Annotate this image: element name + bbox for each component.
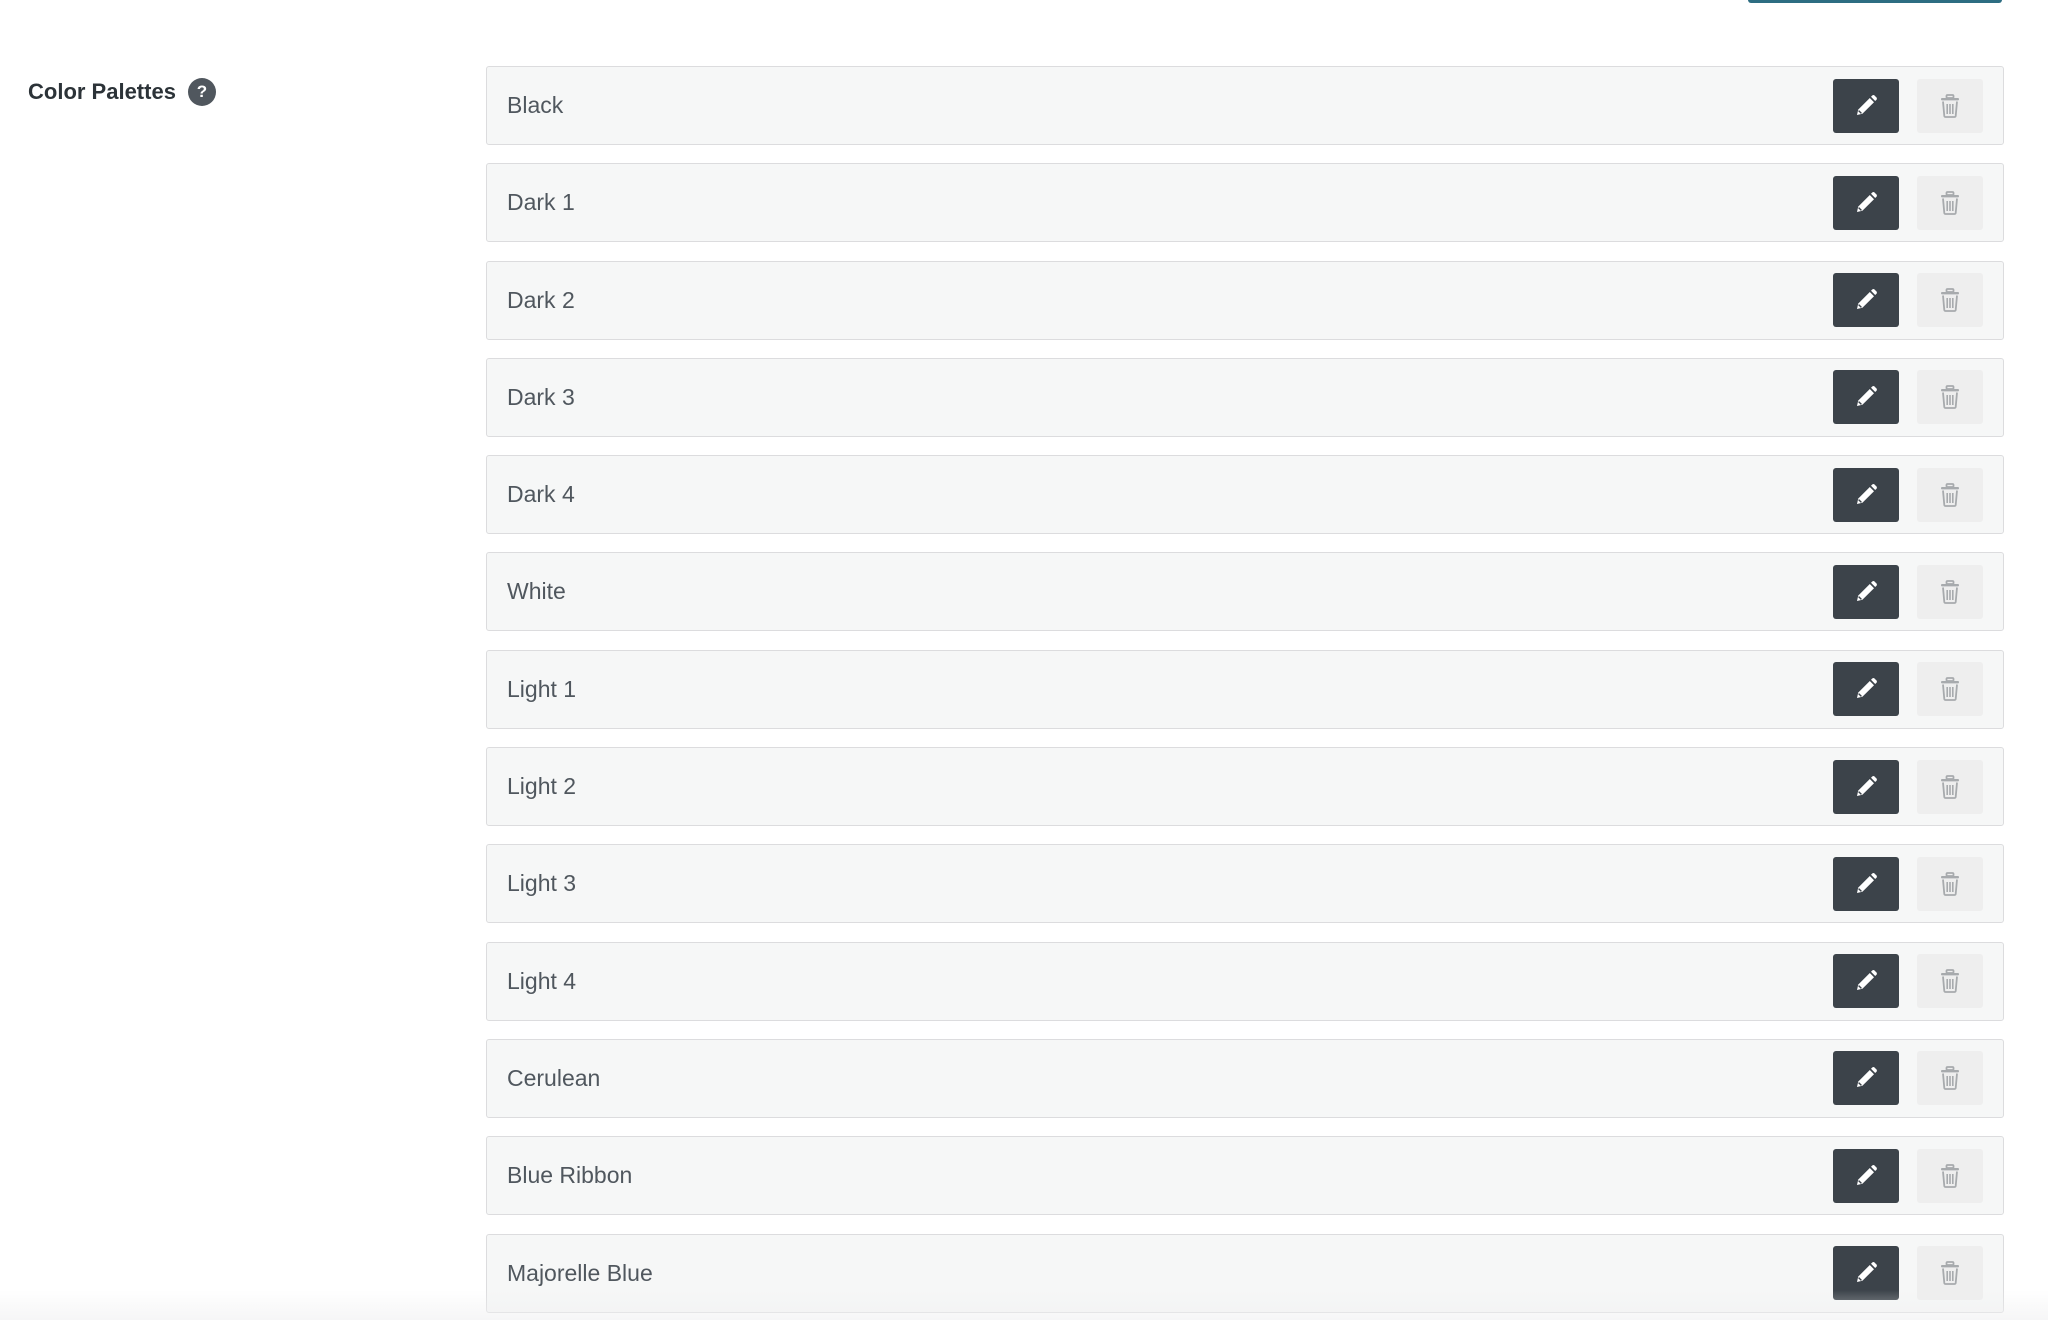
pencil-icon [1854, 385, 1878, 409]
palette-name: Dark 3 [507, 383, 575, 410]
palette-row: Cerulean [486, 1038, 2004, 1118]
edit-palette-button[interactable] [1833, 662, 1899, 717]
delete-palette-button[interactable] [1917, 467, 1983, 522]
trash-icon [1939, 1261, 1961, 1285]
trash-icon [1939, 385, 1961, 410]
pencil-icon [1854, 483, 1878, 507]
palette-name: Majorelle Blue [507, 1259, 653, 1286]
edit-palette-button[interactable] [1833, 78, 1899, 133]
palette-name: Dark 4 [507, 481, 575, 508]
edit-palette-button[interactable] [1833, 1148, 1899, 1203]
palette-row: Dark 4 [486, 455, 2004, 535]
delete-palette-button[interactable] [1917, 662, 1983, 717]
palette-name: Light 3 [507, 870, 577, 897]
palette-row: Light 2 [486, 747, 2004, 827]
palette-row: Dark 1 [486, 163, 2004, 243]
help-icon[interactable]: ? [187, 78, 216, 106]
palette-name: Cerulean [507, 1064, 601, 1091]
trash-icon [1939, 871, 1961, 896]
edit-palette-button[interactable] [1833, 1051, 1899, 1106]
trash-icon [1939, 774, 1961, 799]
palette-name: Light 1 [507, 675, 577, 702]
trash-icon [1939, 1163, 1961, 1188]
palette-row: White [486, 552, 2004, 632]
palette-row: Light 4 [486, 941, 2004, 1021]
delete-palette-button[interactable] [1917, 1246, 1983, 1301]
palette-name: Black [507, 92, 564, 118]
edit-palette-button[interactable] [1833, 954, 1899, 1009]
trash-icon [1939, 93, 1961, 118]
palette-row: Dark 3 [486, 357, 2004, 437]
top-accent-bar [1748, 0, 2002, 3]
pencil-icon [1854, 580, 1878, 604]
edit-palette-button[interactable] [1833, 467, 1899, 522]
pencil-icon [1854, 677, 1878, 701]
pencil-icon [1854, 1066, 1878, 1090]
edit-palette-button[interactable] [1833, 1246, 1899, 1301]
trash-icon [1939, 677, 1961, 702]
pencil-icon [1854, 1261, 1878, 1285]
palette-name: Light 2 [507, 773, 577, 800]
edit-palette-button[interactable] [1833, 856, 1899, 911]
edit-palette-button[interactable] [1833, 370, 1899, 425]
palette-row: Black [486, 66, 2004, 145]
palette-row: Light 1 [486, 649, 2004, 729]
palette-name: Light 4 [507, 967, 577, 994]
pencil-icon [1854, 969, 1878, 993]
setting-label: Color Palettes ? [28, 78, 216, 106]
delete-palette-button[interactable] [1917, 856, 1983, 911]
trash-icon [1939, 190, 1961, 215]
palette-row: Dark 2 [486, 260, 2004, 340]
delete-palette-button[interactable] [1917, 759, 1983, 814]
pencil-icon [1854, 1164, 1878, 1188]
palette-name: Dark 1 [507, 189, 575, 216]
trash-icon [1939, 288, 1961, 312]
delete-palette-button[interactable] [1917, 1148, 1983, 1203]
delete-palette-button[interactable] [1917, 564, 1983, 619]
trash-icon [1939, 969, 1961, 994]
pencil-icon [1854, 775, 1878, 799]
delete-palette-button[interactable] [1917, 175, 1983, 230]
edit-palette-button[interactable] [1833, 273, 1899, 328]
edit-palette-button[interactable] [1833, 175, 1899, 230]
palette-name: Dark 2 [507, 286, 575, 313]
pencil-icon [1854, 872, 1878, 896]
delete-palette-button[interactable] [1917, 370, 1983, 425]
edit-palette-button[interactable] [1833, 564, 1899, 619]
palette-row: Majorelle Blue [486, 1233, 2004, 1313]
pencil-icon [1854, 94, 1878, 118]
pencil-icon [1854, 288, 1878, 312]
delete-palette-button[interactable] [1917, 1051, 1983, 1106]
trash-icon [1939, 482, 1961, 507]
delete-palette-button[interactable] [1917, 273, 1983, 328]
palette-row: Blue Ribbon [486, 1136, 2004, 1216]
delete-palette-button[interactable] [1917, 78, 1983, 133]
palette-name: Blue Ribbon [507, 1162, 633, 1189]
palette-list: Black Dark 1 Dark 2 Dark 3 Dark 4 White … [486, 66, 2004, 1331]
setting-label-text: Color Palettes [28, 79, 176, 104]
palette-name: White [507, 578, 566, 605]
delete-palette-button[interactable] [1917, 954, 1983, 1009]
palette-row: Light 3 [486, 844, 2004, 924]
trash-icon [1939, 1066, 1961, 1091]
pencil-icon [1854, 191, 1878, 215]
edit-palette-button[interactable] [1833, 759, 1899, 814]
trash-icon [1939, 580, 1961, 604]
